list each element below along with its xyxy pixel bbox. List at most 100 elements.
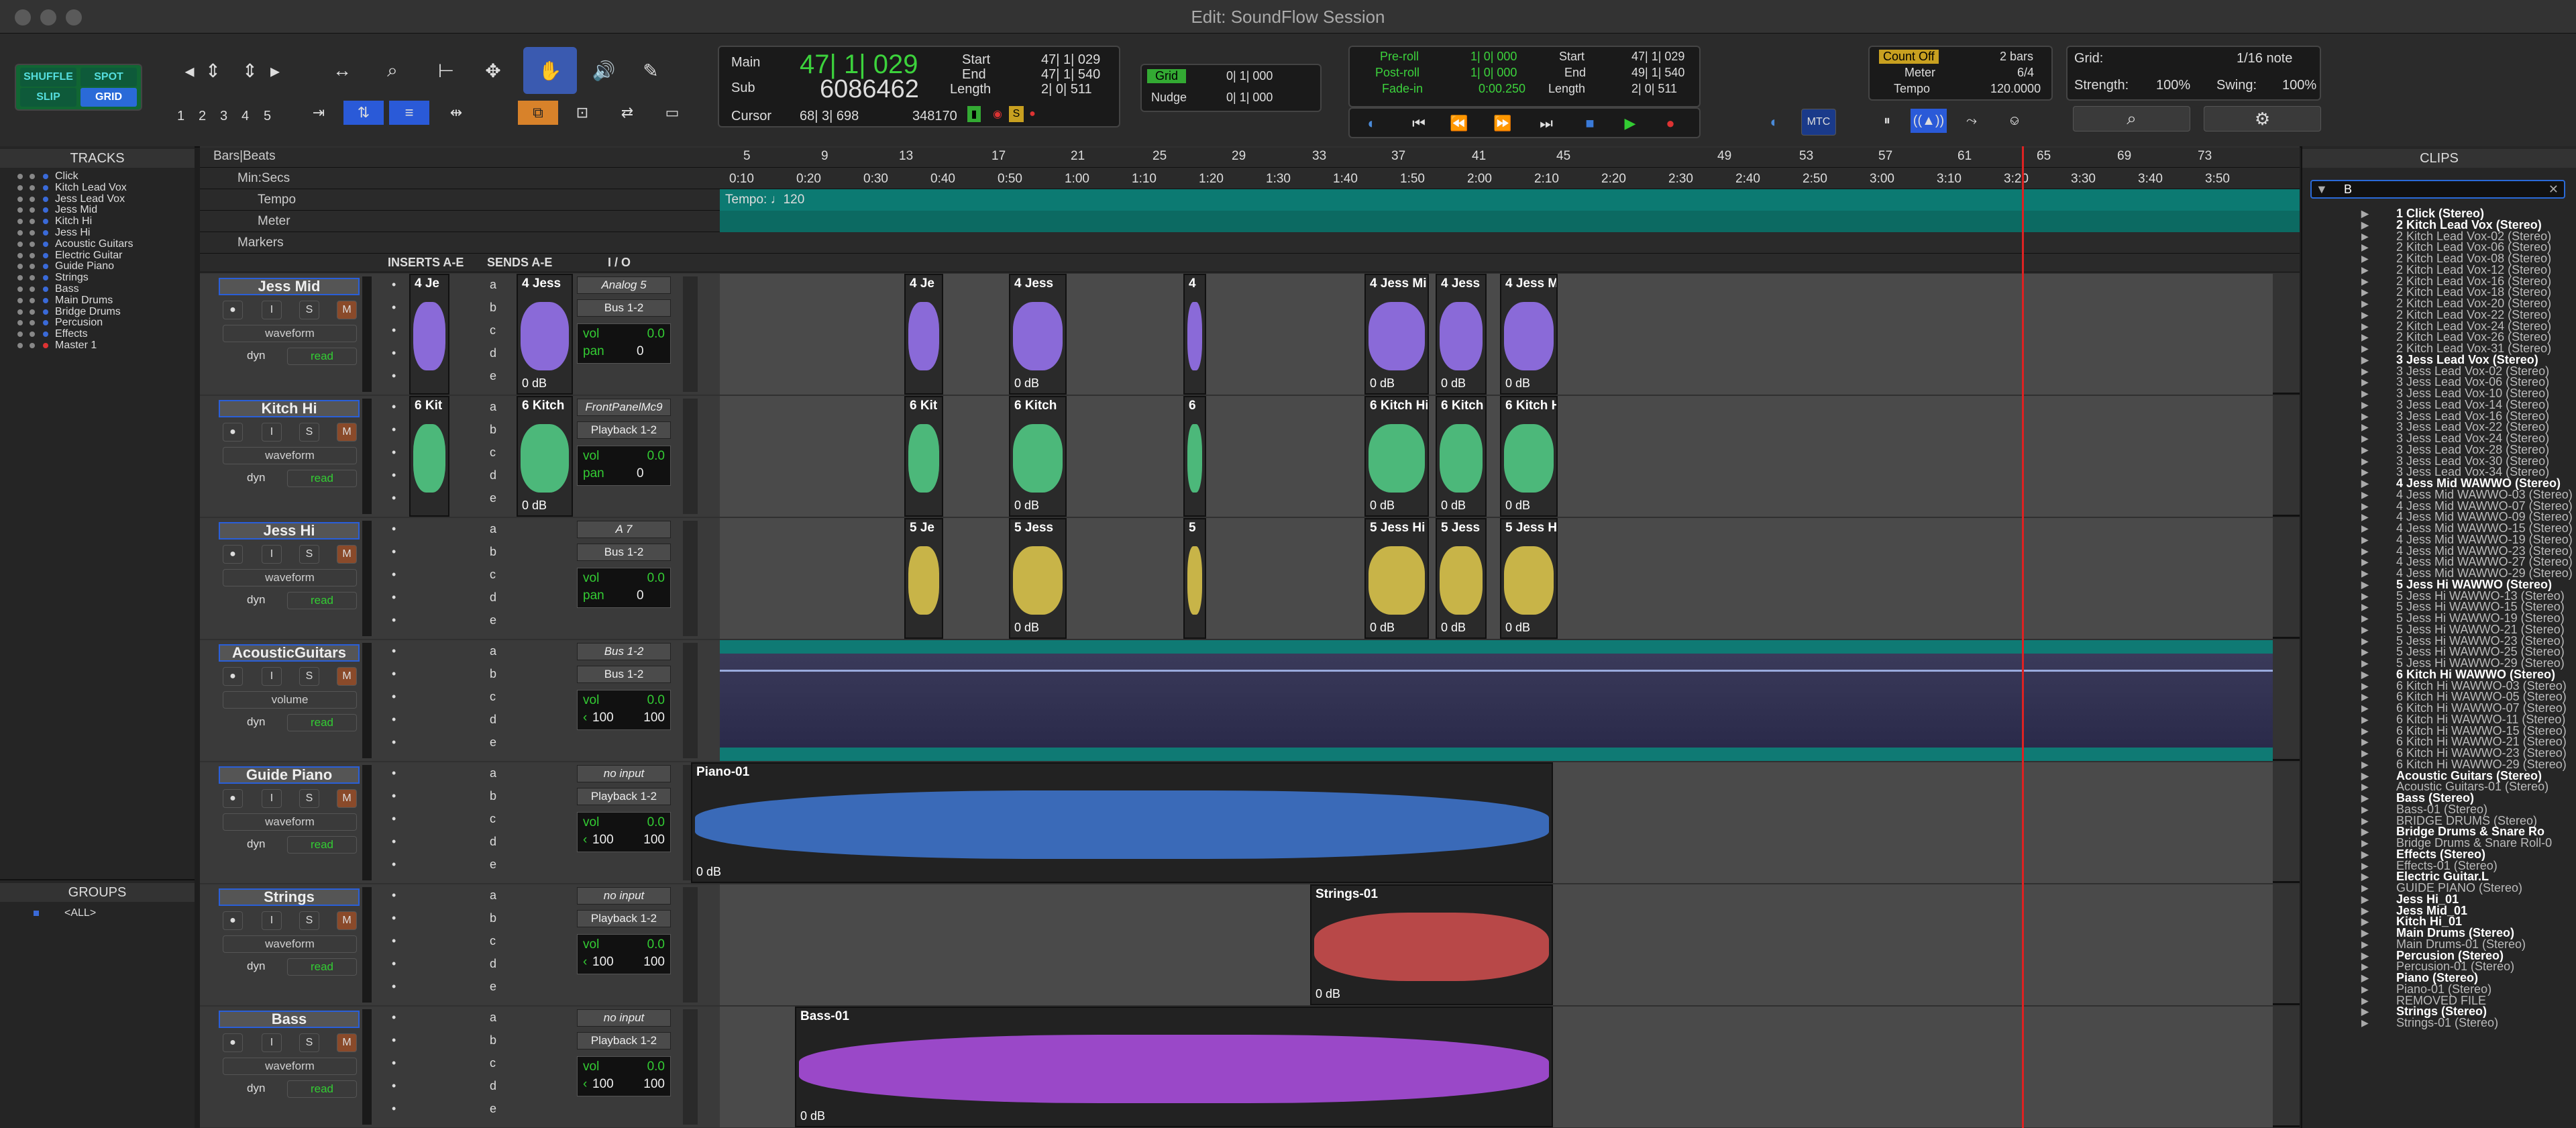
disclosure-triangle-icon[interactable]: ▶ [2361, 433, 2369, 444]
audio-clip[interactable]: 4 Jess 0 dB [1009, 274, 1067, 395]
clip-gain[interactable]: 0 dB [1316, 987, 1340, 1001]
disclosure-triangle-icon[interactable]: ▶ [2361, 399, 2369, 411]
clip-gain[interactable]: 0 dB [1014, 499, 1039, 513]
output-selector[interactable]: Bus 1-2 [577, 666, 671, 683]
track-name[interactable]: Guide Piano [219, 766, 360, 784]
track-list-item[interactable]: Acoustic Guitars [0, 238, 195, 250]
disclosure-triangle-icon[interactable]: ▶ [2361, 658, 2369, 669]
spot-mode-button[interactable]: SPOT [80, 68, 137, 87]
disclosure-triangle-icon[interactable]: ▶ [2361, 579, 2369, 591]
mute-button[interactable]: M [337, 423, 357, 442]
audio-clip[interactable]: 4 Jess 0 dB [517, 274, 573, 395]
automation-mode-selector[interactable]: read [287, 1080, 357, 1098]
disclosure-triangle-icon[interactable]: ▶ [2361, 366, 2369, 377]
clip-list-item[interactable]: ▶ Strings-01 (Stereo) [2302, 1017, 2576, 1029]
track-view-selector[interactable]: volume [223, 691, 357, 709]
send-slot[interactable]: a [490, 888, 496, 903]
send-slot[interactable]: a [490, 644, 496, 658]
disclosure-triangle-icon[interactable]: ▶ [2361, 411, 2369, 422]
track-view-selector[interactable]: waveform [223, 325, 357, 342]
send-slot[interactable]: c [490, 323, 496, 338]
input-monitor-button[interactable]: I [262, 301, 282, 319]
postroll-label[interactable]: Post-roll [1375, 66, 1419, 80]
rewind-icon[interactable]: ⏪ [1444, 111, 1474, 136]
insert-slot-dot[interactable]: • [392, 446, 396, 460]
track-header[interactable]: Jess Hi ● I S Mwaveform dyn read • a • b • c • d • e A 7 B… [200, 518, 720, 639]
track-view-selector[interactable]: waveform [223, 1058, 357, 1075]
selection-length-value[interactable]: 2| 0| 511 [1041, 82, 1092, 97]
online-icon[interactable]: ◐ [1360, 111, 1384, 136]
zoomer-tool-icon[interactable]: ↔ [325, 54, 359, 87]
disclosure-triangle-icon[interactable]: ▶ [2361, 984, 2369, 995]
zoom-preset-4[interactable]: 4 [241, 109, 249, 124]
disclosure-triangle-icon[interactable]: ▶ [2361, 759, 2369, 770]
clip-gain[interactable]: 0 dB [1370, 621, 1395, 635]
audio-clip[interactable]: 6 Kitch 0 dB [1009, 396, 1067, 517]
clip-gain[interactable]: 0 dB [1505, 499, 1530, 513]
solo-button[interactable]: S [299, 301, 319, 319]
track-list-item[interactable]: Jess Hi [0, 227, 195, 238]
clip-gain[interactable]: 0 dB [1014, 621, 1039, 635]
insert-slot-dot[interactable]: • [392, 667, 396, 681]
disclosure-triangle-icon[interactable]: ▶ [2361, 601, 2369, 613]
clip-gain[interactable]: 0 dB [1441, 621, 1466, 635]
pan-right-value[interactable]: 100 [643, 955, 665, 970]
send-slot[interactable]: e [490, 735, 496, 750]
input-monitor-button[interactable]: I [262, 667, 282, 686]
disclosure-triangle-icon[interactable]: ▶ [2361, 860, 2369, 872]
track-list-item[interactable]: Master 1 [0, 340, 195, 351]
disclosure-triangle-icon[interactable]: ▶ [2361, 1017, 2369, 1029]
track-list-item[interactable]: Click [0, 170, 195, 182]
audio-clip[interactable]: 6 Kitch 0 dB [517, 396, 573, 517]
insert-slot-dot[interactable]: • [392, 1033, 396, 1047]
pan-value[interactable]: 100 [592, 955, 614, 970]
inserts-column-header[interactable]: INSERTS A-E [388, 256, 464, 270]
insert-slot-dot[interactable]: • [392, 934, 396, 948]
insert-slot-dot[interactable]: • [392, 690, 396, 704]
disclosure-triangle-icon[interactable]: ▶ [2361, 939, 2369, 950]
disclosure-triangle-icon[interactable]: ▶ [2361, 646, 2369, 658]
record-arm-icon[interactable]: ● [223, 789, 243, 808]
swing-value[interactable]: 100% [2282, 78, 2316, 93]
output-selector[interactable]: Playback 1-2 [577, 1032, 671, 1049]
disclosure-triangle-icon[interactable]: ▶ [2361, 1006, 2369, 1017]
search-zoom-icon[interactable]: ⌕ [372, 54, 413, 87]
track-list-item[interactable]: Kitch Lead Vox [0, 182, 195, 193]
send-slot[interactable]: d [490, 957, 496, 971]
disclosure-triangle-icon[interactable]: ▶ [2361, 736, 2369, 748]
clip-gain[interactable]: 0 dB [696, 865, 721, 879]
disclosure-triangle-icon[interactable]: ▶ [2361, 748, 2369, 759]
grid-label[interactable]: Grid [1147, 69, 1187, 83]
disclosure-triangle-icon[interactable]: ▶ [2361, 444, 2369, 456]
clip-gain[interactable]: 0 dB [1441, 376, 1466, 391]
disclosure-triangle-icon[interactable]: ▶ [2361, 376, 2369, 388]
zoom-preset-2[interactable]: 2 [199, 109, 206, 124]
disclosure-triangle-icon[interactable]: ▶ [2361, 354, 2369, 366]
automation-mode-selector[interactable]: read [287, 836, 357, 854]
tempo-ruler[interactable]: Tempo Tempo: ♩120 [200, 189, 2300, 211]
insert-slot-dot[interactable]: • [392, 713, 396, 727]
disclosure-triangle-icon[interactable]: ▶ [2361, 961, 2369, 972]
disclosure-triangle-icon[interactable]: ▶ [2361, 770, 2369, 782]
insert-slot-dot[interactable]: • [392, 1079, 396, 1093]
audio-clip[interactable]: 5 [1183, 518, 1206, 639]
audio-clip[interactable]: 6 Kit [409, 396, 449, 517]
insert-slot-dot[interactable]: • [392, 1011, 396, 1025]
disclosure-triangle-icon[interactable]: ▶ [2361, 208, 2369, 219]
track-name[interactable]: Kitch Hi [219, 400, 360, 417]
disclosure-triangle-icon[interactable]: ▶ [2361, 826, 2369, 837]
insert-slot-dot[interactable]: • [392, 835, 396, 849]
grid-mode-button[interactable]: GRID [80, 88, 137, 107]
disclosure-triangle-icon[interactable]: ▶ [2361, 546, 2369, 557]
send-slot[interactable]: d [490, 835, 496, 849]
disclosure-triangle-icon[interactable]: ▶ [2361, 927, 2369, 939]
play-icon[interactable]: ▶ [1615, 111, 1646, 136]
audio-clip[interactable]: 4 [1183, 274, 1206, 395]
audio-clip[interactable]: 4 Jess 0 dB [1436, 274, 1487, 395]
track-record-icon[interactable]: ⤳ [1953, 109, 1990, 133]
track-lane[interactable]: 4 Je 4 Jess 0 dB 4 Je 4 Jess 0 dB 4 4 Jess Mi 0 … [409, 274, 2273, 395]
output-selector[interactable]: Playback 1-2 [577, 421, 671, 439]
disclosure-triangle-icon[interactable]: ▶ [2361, 219, 2369, 231]
disclosure-triangle-icon[interactable]: ▶ [2361, 534, 2369, 546]
mute-button[interactable]: M [337, 1033, 357, 1052]
